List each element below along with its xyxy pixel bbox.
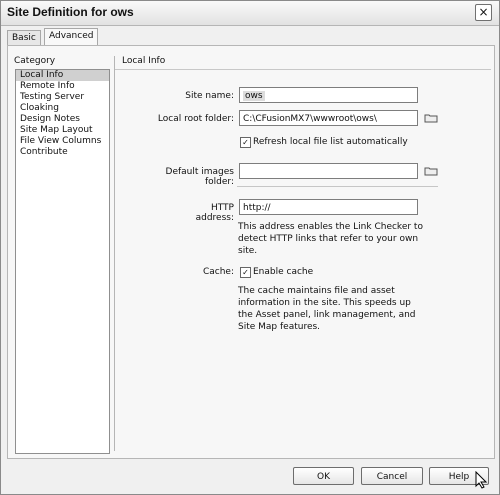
category-item-design-notes[interactable]: Design Notes xyxy=(16,114,109,125)
default-images-folder-label: Default images folder: xyxy=(165,167,234,187)
panel-divider xyxy=(114,56,115,451)
mouse-cursor-icon xyxy=(475,471,488,489)
site-name-value: ows xyxy=(243,91,265,101)
enable-cache-label: Enable cache xyxy=(253,267,314,277)
category-item-testing-server[interactable]: Testing Server xyxy=(16,92,109,103)
http-address-input[interactable]: http:// xyxy=(239,199,418,215)
http-address-note: This address enables the Link Checker to… xyxy=(238,222,423,256)
cache-note: The cache maintains file and asset infor… xyxy=(238,286,416,332)
site-definition-dialog: Site Definition for ows × Basic Advanced… xyxy=(0,0,500,495)
category-list[interactable]: Local Info Remote Info Testing Server Cl… xyxy=(15,69,110,454)
dialog-title: Site Definition for ows xyxy=(7,5,134,19)
enable-cache-checkbox[interactable]: ✓ xyxy=(240,267,251,278)
category-item-file-view-columns[interactable]: File View Columns xyxy=(16,136,109,147)
close-button[interactable]: × xyxy=(475,4,492,21)
refresh-checkbox[interactable]: ✓ xyxy=(240,137,251,148)
cancel-button[interactable]: Cancel xyxy=(361,467,423,485)
http-address-label: HTTP address: xyxy=(195,203,234,223)
title-bar: Site Definition for ows × xyxy=(1,1,499,26)
site-name-input[interactable]: ows xyxy=(239,87,418,103)
tab-advanced[interactable]: Advanced xyxy=(44,28,99,46)
local-root-folder-input[interactable]: C:\CFusionMX7\wwwroot\ows\ xyxy=(239,110,418,126)
section-title: Local Info xyxy=(122,56,166,66)
default-images-folder-input[interactable] xyxy=(239,163,418,179)
section-divider xyxy=(115,69,491,70)
category-item-local-info[interactable]: Local Info xyxy=(16,70,109,81)
refresh-checkbox-label: Refresh local file list automatically xyxy=(253,137,408,147)
category-item-cloaking[interactable]: Cloaking xyxy=(16,103,109,114)
ok-button[interactable]: OK xyxy=(293,467,354,485)
category-item-contribute[interactable]: Contribute xyxy=(16,147,109,158)
separator xyxy=(237,186,438,187)
folder-icon[interactable] xyxy=(424,166,438,176)
folder-icon[interactable] xyxy=(424,113,438,123)
category-item-remote-info[interactable]: Remote Info xyxy=(16,81,109,92)
site-name-label: Site name: xyxy=(185,91,234,101)
category-item-site-map-layout[interactable]: Site Map Layout xyxy=(16,125,109,136)
local-root-folder-label: Local root folder: xyxy=(157,114,234,124)
cache-label: Cache: xyxy=(202,267,234,277)
tab-basic[interactable]: Basic xyxy=(7,30,41,46)
category-heading: Category xyxy=(14,56,56,66)
